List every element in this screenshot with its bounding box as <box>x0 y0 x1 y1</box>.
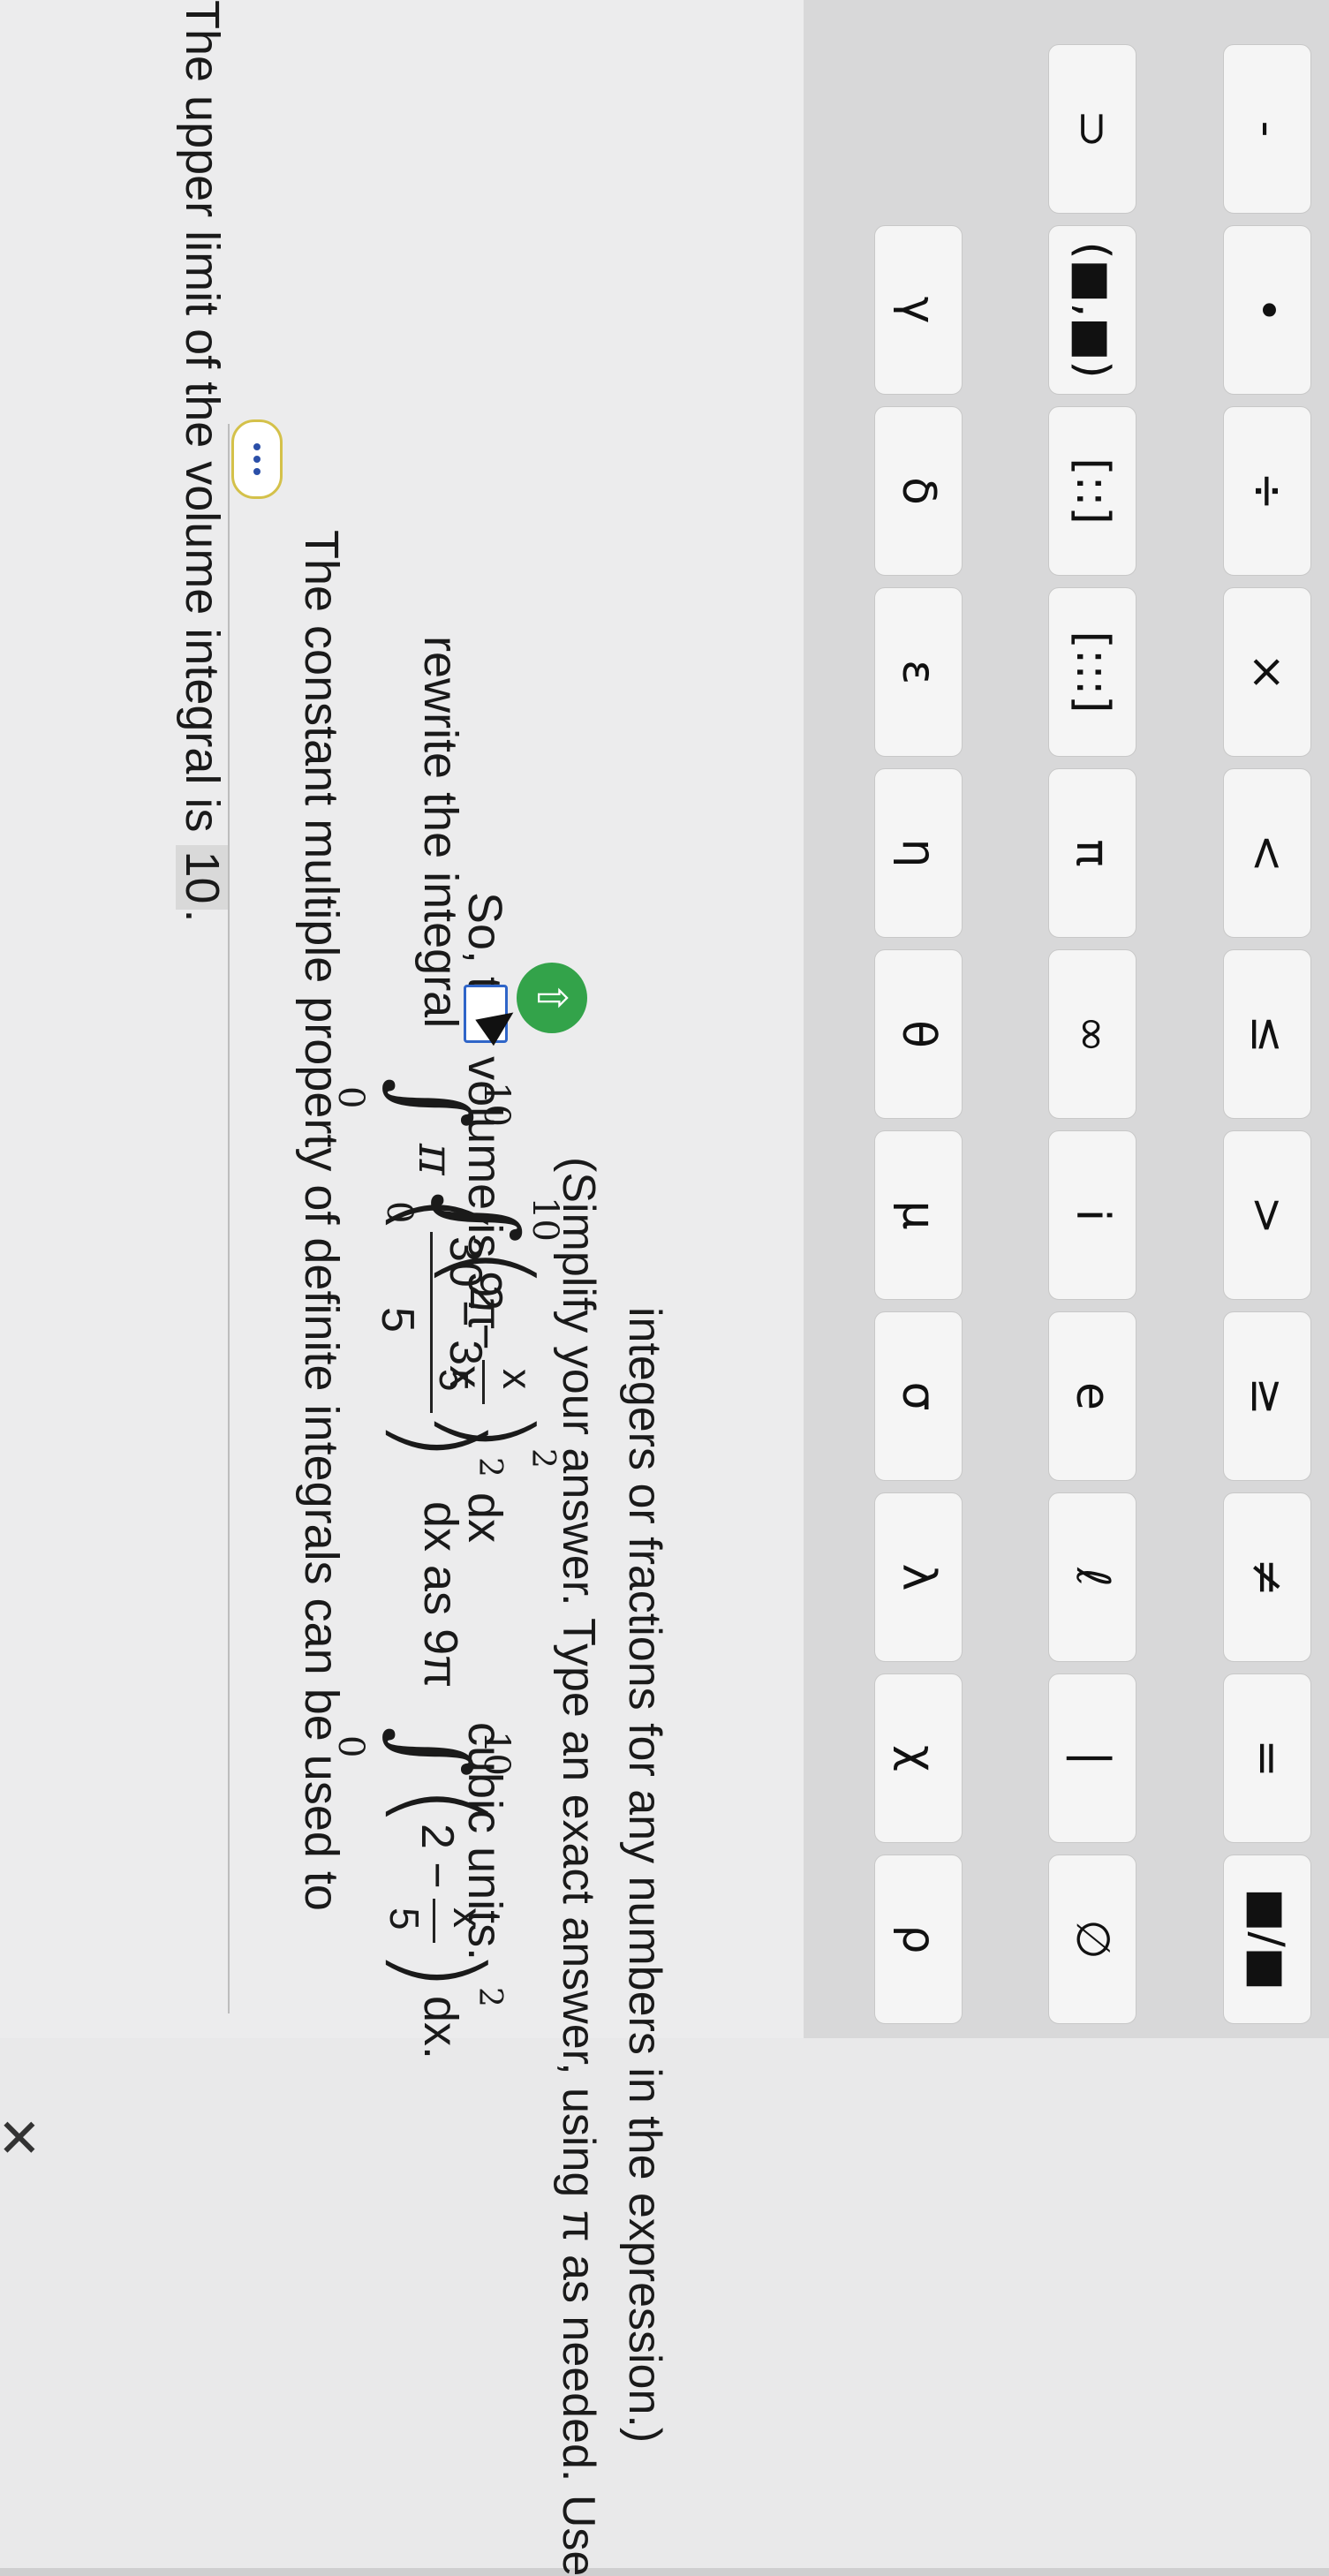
volume-row: So, the volume is 9π 10 ∫ 0 ( 2 − x 5 ) … <box>366 892 578 2040</box>
volume-inner: 2 − <box>460 1285 511 1350</box>
volume-right-paren: ) <box>422 1409 556 1454</box>
keyboard-key[interactable]: π <box>1048 768 1136 938</box>
instruction-line-2: integers or fractions for any numbers in… <box>619 1307 670 2444</box>
keyboard-key[interactable]: μ <box>874 1130 963 1300</box>
top-line: The upper limit of the volume integral i… <box>176 0 229 923</box>
upper-limit-value: 10 <box>176 845 229 910</box>
keyboard-key[interactable]: i <box>1048 1130 1136 1300</box>
keyboard-key[interactable]: χ <box>874 1673 963 1843</box>
keyboard-key[interactable]: ⊃ <box>1048 44 1136 214</box>
volume-lower: 0 <box>379 1201 419 1224</box>
volume-left-paren: ( <box>422 1245 556 1290</box>
keyboard-key[interactable]: ≠ <box>1223 1492 1311 1662</box>
instruction-line-1: (Simplify your answer. Type an exact ans… <box>553 1157 604 2576</box>
keyboard-key[interactable]: ≥ <box>1223 1311 1311 1481</box>
close-icon[interactable]: ✕ <box>0 2115 49 2159</box>
keyboard-key[interactable]: | <box>1048 1673 1136 1843</box>
keyboard-key[interactable]: γ <box>874 225 963 395</box>
more-icon[interactable] <box>231 419 283 499</box>
volume-frac-den: 5 <box>431 1369 477 1392</box>
math-keyboard: ■/■ = ≠ ≥ > ≤ < × ÷ • -∅ | ℓ e i ∞ π [:::] [::] (■,■) ⊃ρ χ λ σ μ… <box>804 0 1329 2038</box>
keyboard-key[interactable]: - <box>1223 44 1311 214</box>
keyboard-key[interactable]: (■,■) <box>1048 225 1136 395</box>
volume-frac-num: x <box>495 1369 540 1389</box>
keyboard-key[interactable]: θ <box>874 949 963 1119</box>
keyboard-key[interactable]: [:::] <box>1048 587 1136 757</box>
keyboard-key[interactable]: ε <box>874 587 963 757</box>
volume-dx: dx <box>458 1492 511 1544</box>
keyboard-key[interactable]: < <box>1223 768 1311 938</box>
keyboard-key[interactable]: > <box>1223 1130 1311 1300</box>
volume-integral: ∫ <box>426 1192 539 1243</box>
volume-frac-bar <box>482 1360 485 1404</box>
arrow-up-icon[interactable]: ⇧ <box>517 963 587 1033</box>
keyboard-key[interactable]: • <box>1223 225 1311 395</box>
keyboard-key[interactable]: ℓ <box>1048 1492 1136 1662</box>
keyboard-key[interactable]: ∞ <box>1048 949 1136 1119</box>
keyboard-key[interactable]: ≤ <box>1223 949 1311 1119</box>
keyboard-key[interactable]: δ <box>874 406 963 576</box>
keyboard-key[interactable]: η <box>874 768 963 938</box>
keyboard-key[interactable]: ■/■ <box>1223 1855 1311 2024</box>
keyboard-key[interactable]: e <box>1048 1311 1136 1481</box>
volume-suffix: cubic units. <box>458 1722 511 1961</box>
keyboard-key[interactable]: = <box>1223 1673 1311 1843</box>
keyboard-key[interactable]: ∅ <box>1048 1855 1136 2024</box>
keyboard-key[interactable]: [::] <box>1048 406 1136 576</box>
keyboard-key[interactable]: σ <box>874 1311 963 1481</box>
keyboard-key[interactable]: × <box>1223 587 1311 757</box>
keyboard-key[interactable]: ÷ <box>1223 406 1311 576</box>
keyboard-key[interactable]: ρ <box>874 1855 963 2024</box>
keyboard-key[interactable]: λ <box>874 1492 963 1662</box>
